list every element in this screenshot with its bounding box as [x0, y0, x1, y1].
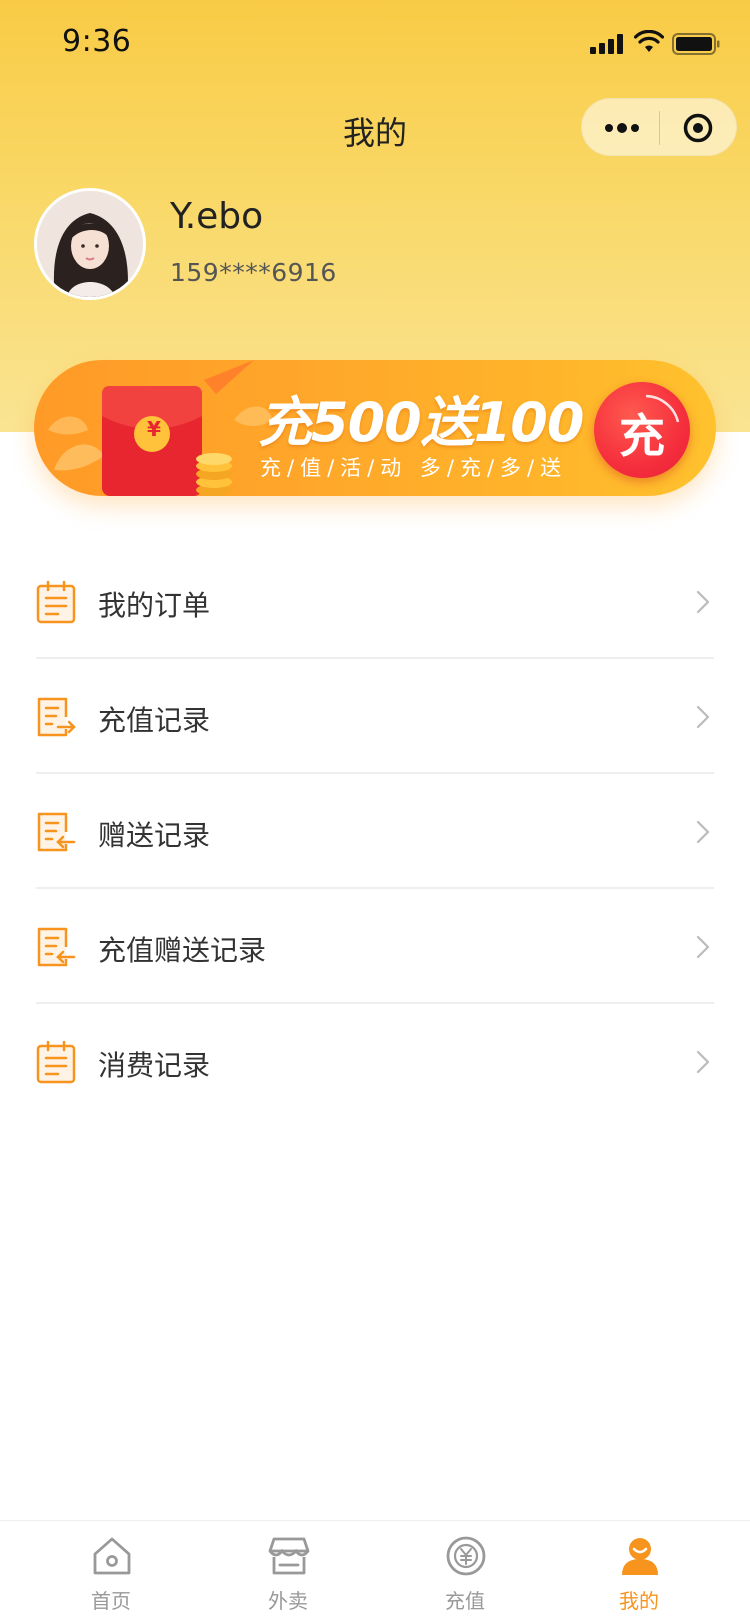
- menu-item-label: 充值赠送记录: [98, 934, 267, 967]
- status-bar: 9:36: [0, 0, 750, 88]
- chevron-right-icon: [696, 935, 710, 959]
- coin-stack-icon: [196, 453, 232, 496]
- recharge-record-icon: [37, 697, 76, 737]
- store-icon: [268, 1537, 310, 1575]
- chevron-right-icon: [696, 590, 710, 614]
- order-list-icon: [36, 580, 76, 624]
- chevron-right-icon: [696, 1050, 710, 1074]
- capsule-divider: [659, 111, 660, 145]
- menu-item-recharge-records[interactable]: 充值记录: [36, 659, 714, 774]
- username: Y.ebo: [170, 196, 264, 237]
- menu-item-recharge-gift-records[interactable]: 充值赠送记录: [36, 889, 714, 1004]
- tab-takeout[interactable]: 外卖: [228, 1521, 348, 1624]
- menu-item-label: 赠送记录: [98, 819, 211, 852]
- recharge-button-label: 充: [619, 409, 665, 463]
- tab-bar: 首页 外卖 充值 我的: [0, 1520, 750, 1624]
- menu-item-label: 充值记录: [98, 704, 211, 737]
- wifi-icon: [634, 30, 664, 52]
- recharge-button[interactable]: 充: [594, 382, 690, 478]
- recharge-gift-record-icon: [37, 927, 76, 967]
- menu-item-consumption-records[interactable]: 消费记录: [36, 1004, 714, 1119]
- chevron-right-icon: [696, 705, 710, 729]
- menu-item-label: 我的订单: [98, 589, 211, 622]
- phone-number: 159****6916: [170, 258, 337, 287]
- consumption-record-icon: [36, 1040, 76, 1084]
- yuan-coin-icon: [446, 1536, 486, 1576]
- avatar-portrait: [37, 191, 143, 297]
- menu-list: 我的订单 充值记录 赠送记录 充值赠送记录 消费记录: [36, 544, 714, 1119]
- gift-record-icon: [37, 812, 76, 852]
- status-time: 9:36: [62, 24, 132, 59]
- menu-item-my-orders[interactable]: 我的订单: [36, 544, 714, 659]
- tab-mine[interactable]: 我的: [579, 1521, 699, 1624]
- user-icon: [622, 1538, 658, 1575]
- tab-label: 我的: [619, 1589, 659, 1613]
- recharge-promo-banner[interactable]: ¥ 充500送100 充/值/活/动 多/充/多/送 充: [34, 360, 716, 496]
- signal-icon: [590, 34, 623, 54]
- promo-subtitle: 充/值/活/动 多/充/多/送: [260, 456, 568, 480]
- promo-headline: 充500送100: [258, 391, 584, 454]
- menu-item-label: 消费记录: [98, 1049, 211, 1082]
- chevron-right-icon: [696, 820, 710, 844]
- battery-icon: [672, 33, 720, 55]
- envelope-yuan-symbol: ¥: [147, 417, 161, 441]
- tab-label: 首页: [91, 1589, 131, 1613]
- more-icon[interactable]: [602, 116, 642, 140]
- menu-item-gift-records[interactable]: 赠送记录: [36, 774, 714, 889]
- avatar[interactable]: [34, 188, 146, 300]
- tab-home[interactable]: 首页: [51, 1521, 171, 1624]
- close-miniapp-icon[interactable]: [682, 112, 714, 144]
- red-envelope-icon: [102, 386, 202, 496]
- tab-label: 外卖: [268, 1589, 308, 1613]
- miniapp-capsule: [581, 98, 737, 156]
- tab-label: 充值: [445, 1589, 485, 1613]
- tab-recharge[interactable]: 充值: [405, 1521, 525, 1624]
- home-icon: [93, 1537, 131, 1575]
